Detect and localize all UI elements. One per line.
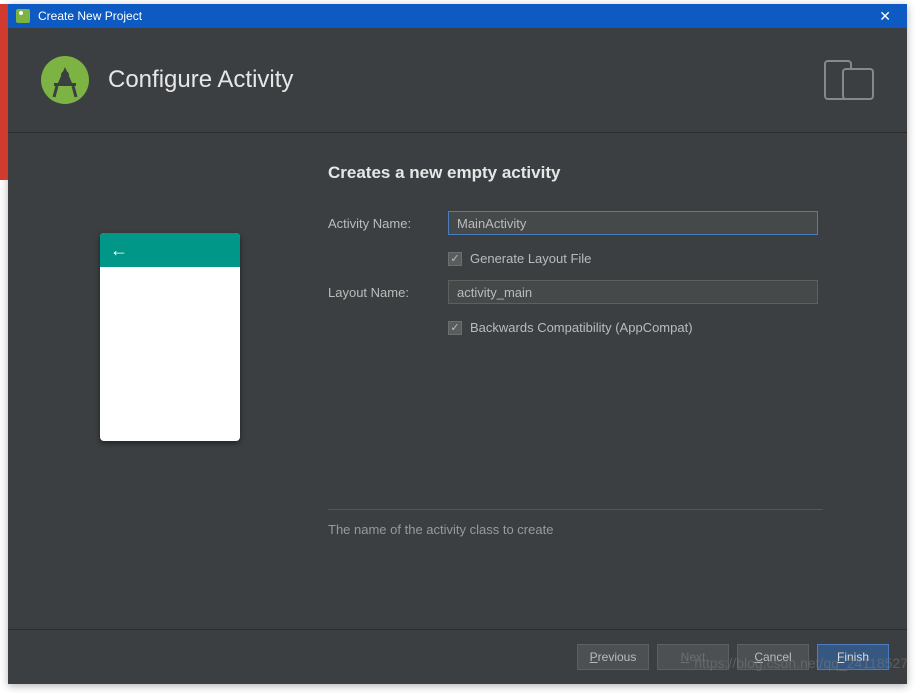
activity-name-input[interactable]	[448, 211, 818, 235]
devices-icon	[823, 59, 875, 101]
window-title: Create New Project	[38, 9, 871, 23]
activity-name-label: Activity Name:	[328, 216, 448, 231]
activity-name-row: Activity Name:	[328, 211, 879, 235]
layout-name-label: Layout Name:	[328, 285, 448, 300]
form-area: Creates a new empty activity Activity Na…	[328, 163, 879, 609]
backwards-compat-row: ✓ Backwards Compatibility (AppCompat)	[448, 320, 879, 335]
layout-name-row: Layout Name:	[328, 280, 879, 304]
backwards-compat-checkbox[interactable]: ✓	[448, 321, 462, 335]
backwards-compat-label: Backwards Compatibility (AppCompat)	[470, 320, 693, 335]
preview-area: ←	[36, 163, 304, 609]
help-text: The name of the activity class to create	[328, 522, 879, 537]
phone-preview: ←	[100, 233, 240, 441]
dialog-content: ← Creates a new empty activity Activity …	[8, 133, 907, 629]
page-title: Configure Activity	[108, 66, 823, 94]
arrow-left-icon: ←	[110, 240, 128, 261]
generate-layout-row: ✓ Generate Layout File	[448, 251, 879, 266]
left-decor-strip	[0, 4, 8, 180]
android-studio-icon	[16, 9, 30, 23]
previous-button[interactable]: Previous	[577, 644, 649, 670]
dialog-footer: Previous Next Cancel Finish	[8, 629, 907, 684]
generate-layout-checkbox[interactable]: ✓	[448, 252, 462, 266]
layout-name-input[interactable]	[448, 280, 818, 304]
close-icon[interactable]: ✕	[871, 6, 899, 27]
cancel-button[interactable]: Cancel	[737, 644, 809, 670]
dialog-window: Create New Project ✕ Configure Activity	[8, 4, 907, 684]
finish-button[interactable]: Finish	[817, 644, 889, 670]
titlebar: Create New Project ✕	[8, 4, 907, 28]
next-button: Next	[657, 644, 729, 670]
android-studio-logo	[40, 55, 90, 105]
dialog-header: Configure Activity	[8, 28, 907, 133]
form-divider	[328, 509, 823, 510]
phone-preview-appbar: ←	[100, 233, 240, 267]
form-heading: Creates a new empty activity	[328, 163, 879, 183]
generate-layout-label: Generate Layout File	[470, 251, 591, 266]
